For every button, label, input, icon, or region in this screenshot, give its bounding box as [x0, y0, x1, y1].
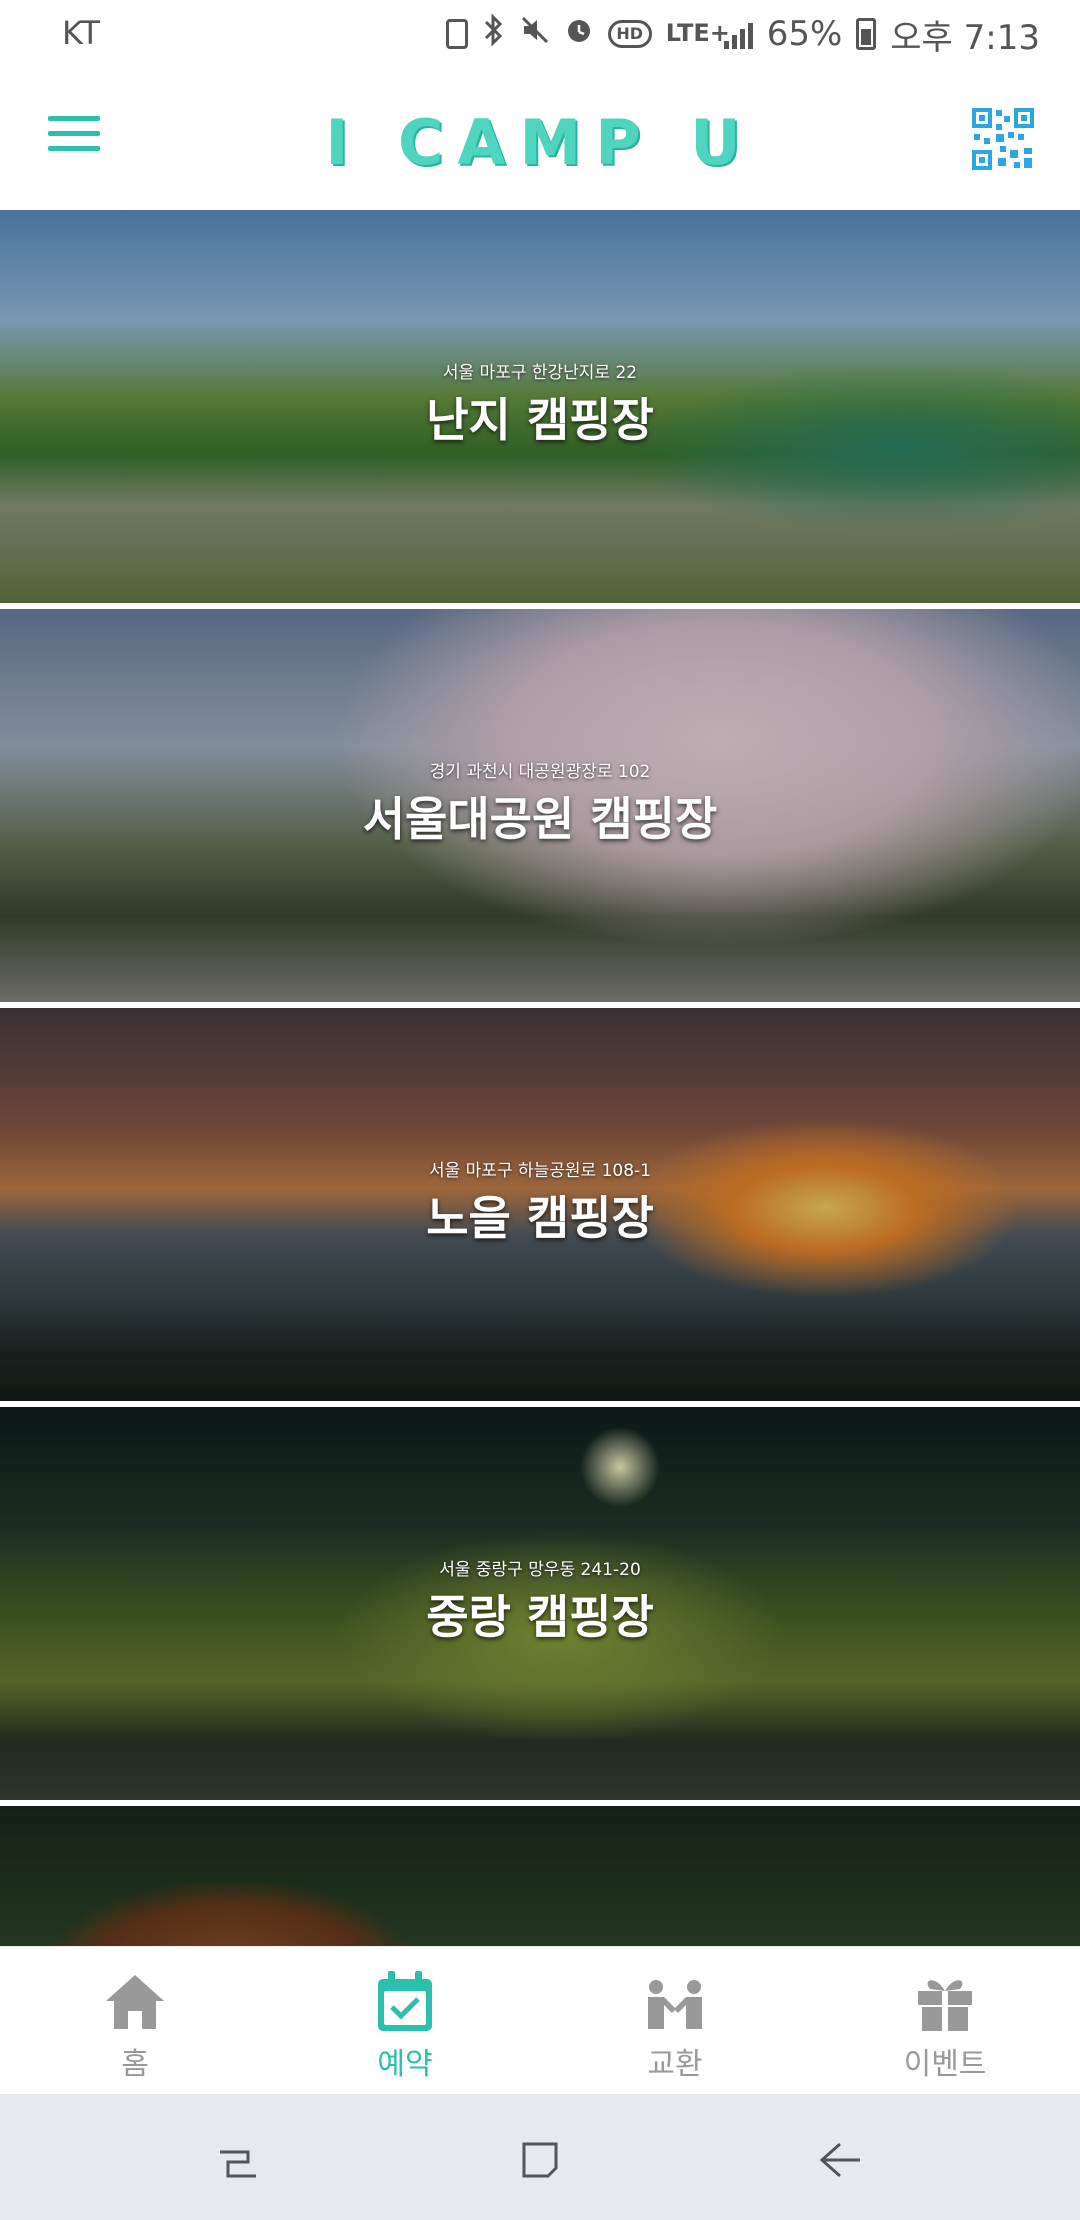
camp-card[interactable]: 서울 마포구 한강난지로 22 난지 캠핑장: [0, 210, 1080, 603]
camp-name: 중랑 캠핑장: [426, 1590, 654, 1644]
back-arrow-icon[interactable]: [812, 2132, 868, 2188]
nav-home[interactable]: 홈: [0, 1947, 270, 2094]
nav-reservation[interactable]: 예약: [270, 1947, 540, 2094]
camp-address: 서울 중랑구 망우동 241-20: [439, 1560, 641, 1580]
camp-address: 서울 마포구 한강난지로 22: [442, 363, 638, 383]
battery-icon: [856, 18, 877, 50]
camp-name: 노을 캠핑장: [426, 1191, 654, 1245]
recents-icon[interactable]: [210, 2132, 266, 2188]
nav-event[interactable]: 이벤트: [810, 1947, 1080, 2094]
nav-label: 교환: [647, 2047, 703, 2082]
nav-exchange[interactable]: 교환: [540, 1947, 810, 2094]
camp-card[interactable]: 서울 중랑구 망우동 241-20 중랑 캠핑장: [0, 1407, 1080, 1800]
alarm-icon: [564, 14, 594, 54]
signal-icon: [723, 19, 753, 49]
camp-name: 서울대공원 캠핑장: [362, 792, 718, 846]
calendar-check-icon: [378, 1971, 432, 2031]
mute-icon: [520, 14, 550, 54]
camp-address: 서울 마포구 하늘공원로 108-1: [428, 1161, 651, 1181]
hd-voice-icon: HD: [607, 20, 652, 48]
app-title: I CAMP U: [325, 106, 755, 179]
battery-percent: 65%: [766, 14, 843, 54]
camp-card[interactable]: 서울 마포구 하늘공원로 108-1 노을 캠핑장: [0, 1008, 1080, 1401]
app-header: I CAMP U: [0, 66, 1080, 210]
qr-code-icon[interactable]: [970, 106, 1036, 172]
gift-icon: [918, 1980, 972, 2031]
nav-label: 이벤트: [903, 2047, 987, 2082]
sim-notification-icon: [445, 19, 468, 49]
handshake-icon: [648, 1980, 702, 2029]
home-square-icon[interactable]: [512, 2132, 568, 2188]
status-icons: HD LTE+ 65% 오후 7:13: [445, 12, 1040, 58]
carrier-label: KT: [62, 14, 101, 52]
bluetooth-icon: [482, 12, 506, 56]
network-type: LTE+: [665, 19, 730, 47]
nav-label: 홈: [121, 2047, 149, 2082]
camp-list: 서울 마포구 한강난지로 22 난지 캠핑장 경기 과천시 대공원광장로 102…: [0, 210, 1080, 1946]
camp-name: 난지 캠핑장: [426, 393, 654, 447]
camp-card[interactable]: 경기 과천시 대공원광장로 102 서울대공원 캠핑장: [0, 609, 1080, 1002]
camp-address: 경기 과천시 대공원광장로 102: [429, 762, 651, 782]
system-navigation-bar: [0, 2094, 1080, 2220]
camp-card[interactable]: [0, 1806, 1080, 1946]
home-icon: [106, 1975, 164, 2029]
clock: 오후 7:13: [890, 17, 1040, 58]
status-bar: KT HD LTE+ 65% 오후 7:13: [0, 0, 1080, 66]
nav-label: 예약: [377, 2047, 433, 2082]
bottom-navigation: 홈 예약 교환 이벤트: [0, 1946, 1080, 2094]
